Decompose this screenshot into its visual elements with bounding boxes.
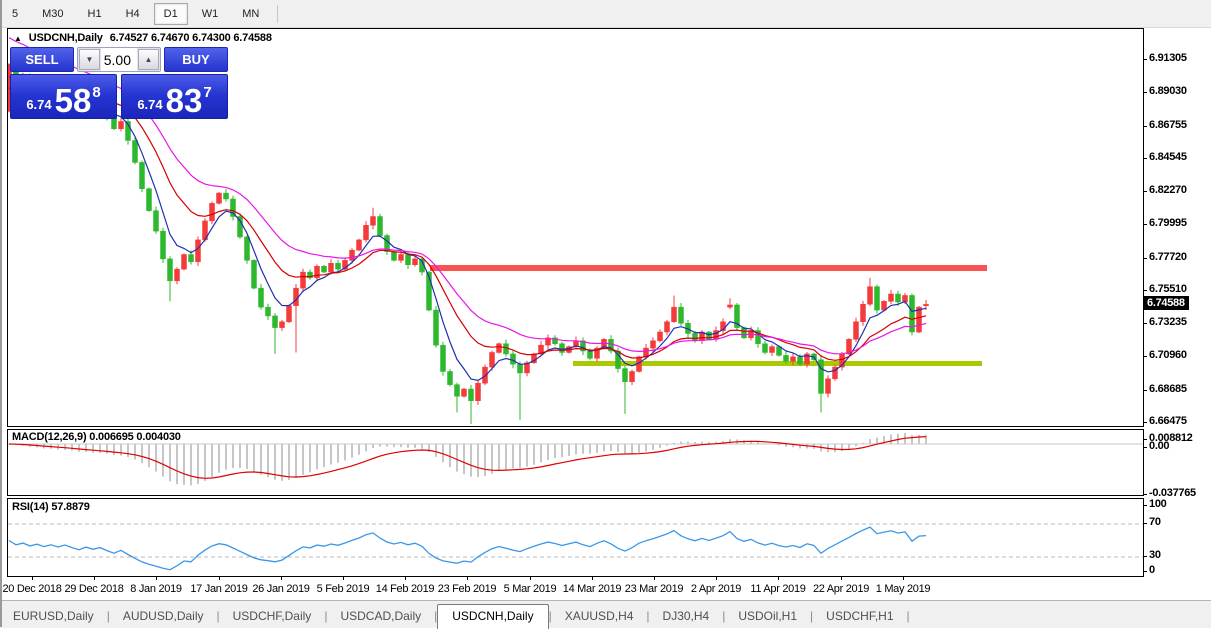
rsi-axis-label-tick	[1143, 523, 1147, 524]
sell-price-point: 8	[92, 84, 100, 101]
price-axis-label: 6.73235	[1149, 316, 1187, 328]
timeframe-toolbar: 5M30H1H4D1W1MN	[0, 0, 1211, 28]
chart-tab-dj30-h4[interactable]: DJ30,H4	[650, 606, 723, 628]
timeframe-button-5[interactable]: 5	[2, 3, 28, 25]
volume-spinner: ▼ 5.00 ▲	[77, 47, 161, 72]
date-tick	[778, 576, 779, 580]
buy-price-prefix: 6.74	[137, 97, 162, 112]
sell-button[interactable]: SELL	[10, 47, 74, 72]
date-tick	[219, 576, 220, 580]
chart-tab-usdchf-daily[interactable]: USDCHF,Daily	[220, 606, 325, 628]
buy-button[interactable]: BUY	[164, 47, 228, 72]
date-tick	[405, 576, 406, 580]
price-axis-label-tick	[1143, 59, 1147, 60]
price-axis-label-tick	[1143, 158, 1147, 159]
chart-tab-usdcnh-daily[interactable]: USDCNH,Daily	[437, 604, 548, 629]
chart-tab-bar: EURUSD,Daily|AUDUSD,Daily|USDCHF,Daily|U…	[0, 600, 1211, 628]
date-tick	[467, 576, 468, 580]
buy-price-pips: 83	[166, 87, 203, 115]
rsi-axis-label: 0	[1149, 564, 1155, 576]
price-axis-label-tick	[1143, 191, 1147, 192]
price-axis-label: 6.77720	[1149, 251, 1187, 263]
rsi-axis-label-tick	[1143, 571, 1147, 572]
rsi-panel[interactable]	[7, 498, 1144, 577]
macd-axis-label: 0.00	[1149, 440, 1169, 452]
price-axis-label: 6.89030	[1149, 85, 1187, 97]
rsi-axis-label: 30	[1149, 549, 1161, 561]
price-axis-label: 6.91305	[1149, 52, 1187, 64]
chart-tab-usdoil-h1[interactable]: USDOil,H1	[725, 606, 810, 628]
macd-axis-label-tick	[1143, 447, 1147, 448]
chart-ohlc-values: 6.74527 6.74670 6.74300 6.74588	[110, 32, 272, 44]
current-price-badge: 6.74588	[1144, 296, 1189, 310]
timeframe-button-h1[interactable]: H1	[78, 3, 112, 25]
price-axis-label-tick	[1143, 126, 1147, 127]
date-tick	[530, 576, 531, 580]
rsi-axis-label-tick	[1143, 556, 1147, 557]
price-axis-label-tick	[1143, 92, 1147, 93]
rsi-canvas	[8, 499, 1143, 576]
price-axis-label: 6.66475	[1149, 415, 1187, 427]
sell-price-prefix: 6.74	[26, 97, 51, 112]
price-axis-label-tick	[1143, 422, 1147, 423]
price-axis-label-tick	[1143, 224, 1147, 225]
price-axis-label: 6.86755	[1149, 119, 1187, 131]
price-axis-label: 6.75510	[1149, 283, 1187, 295]
rsi-axis-label: 100	[1149, 498, 1166, 510]
date-tick	[281, 576, 282, 580]
timeframe-button-d1[interactable]: D1	[154, 3, 188, 25]
sell-price-pips: 58	[55, 87, 92, 115]
volume-value[interactable]: 5.00	[101, 48, 137, 71]
price-axis-label: 6.68685	[1149, 383, 1187, 395]
timeframe-button-w1[interactable]: W1	[192, 3, 229, 25]
buy-price-tile[interactable]: 6.74 83 7	[121, 74, 228, 119]
price-axis-label-tick	[1143, 323, 1147, 324]
price-axis-label: 6.82270	[1149, 184, 1187, 196]
timeframe-button-mn[interactable]: MN	[232, 3, 269, 25]
date-tick	[343, 576, 344, 580]
rsi-axis-label-tick	[1143, 505, 1147, 506]
price-axis-label-tick	[1143, 290, 1147, 291]
chart-window: ▲ USDCNH,Daily 6.74527 6.74670 6.74300 6…	[0, 28, 1211, 600]
sell-price-tile[interactable]: 6.74 58 8	[10, 74, 117, 119]
buy-price-point: 7	[203, 84, 211, 101]
macd-axis-label-tick	[1143, 494, 1147, 495]
tab-separator: |	[907, 609, 910, 628]
date-tick	[94, 576, 95, 580]
chart-tab-usdchf-h1[interactable]: USDCHF,H1	[813, 606, 906, 628]
price-axis-label-tick	[1143, 356, 1147, 357]
rsi-axis-label: 70	[1149, 516, 1161, 528]
date-tick	[716, 576, 717, 580]
rsi-label: RSI(14) 57.8879	[12, 501, 90, 513]
chart-symbol-period: USDCNH,Daily	[29, 32, 103, 44]
date-tick	[32, 576, 33, 580]
price-axis-label: 6.84545	[1149, 151, 1187, 163]
collapse-triangle-icon[interactable]: ▲	[14, 34, 22, 43]
date-tick	[841, 576, 842, 580]
volume-increase-icon[interactable]: ▲	[138, 49, 159, 70]
date-tick	[903, 576, 904, 580]
price-axis-label: 6.79995	[1149, 217, 1187, 229]
date-tick	[654, 576, 655, 580]
volume-decrease-icon[interactable]: ▼	[79, 49, 100, 70]
chart-tab-eurusd-daily[interactable]: EURUSD,Daily	[0, 606, 107, 628]
price-axis-label: 6.70960	[1149, 349, 1187, 361]
chart-title: ▲ USDCNH,Daily 6.74527 6.74670 6.74300 6…	[14, 32, 272, 44]
timeframe-button-m30[interactable]: M30	[32, 3, 73, 25]
macd-label: MACD(12,26,9) 0.006695 0.004030	[12, 431, 181, 443]
price-axis-label-tick	[1143, 258, 1147, 259]
one-click-trade-panel: SELL ▼ 5.00 ▲ BUY 6.74 58 8 6.74 83 7	[10, 47, 228, 119]
chart-tab-xauusd-h4[interactable]: XAUUSD,H4	[552, 606, 647, 628]
window-frame-edge	[0, 0, 2, 627]
toolbar-separator	[277, 5, 278, 23]
chart-tab-usdcad-daily[interactable]: USDCAD,Daily	[327, 606, 434, 628]
chart-tab-audusd-daily[interactable]: AUDUSD,Daily	[110, 606, 217, 628]
timeframe-button-h4[interactable]: H4	[116, 3, 150, 25]
date-label: 1 May 2019	[857, 583, 949, 595]
date-tick	[156, 576, 157, 580]
macd-axis-label-tick	[1143, 439, 1147, 440]
price-axis-label-tick	[1143, 390, 1147, 391]
date-tick	[592, 576, 593, 580]
